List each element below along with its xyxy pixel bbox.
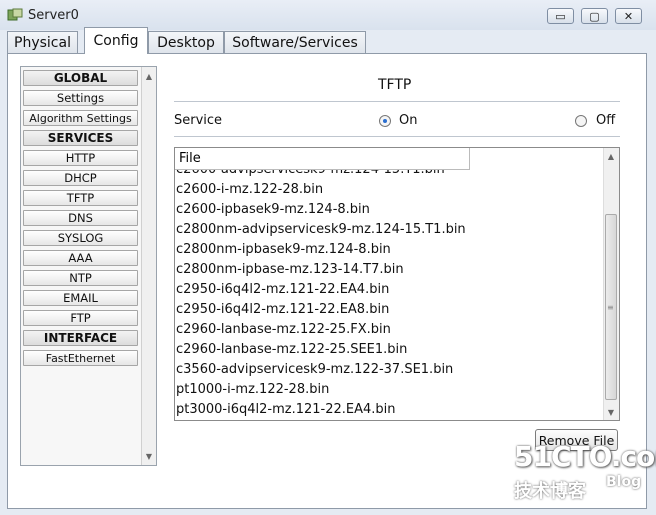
service-on-label: On — [399, 113, 418, 128]
tab-config[interactable]: Config — [84, 27, 148, 54]
tab-desktop[interactable]: Desktop — [148, 31, 224, 53]
grip-icon: ≡ — [607, 303, 614, 312]
tab-physical[interactable]: Physical — [7, 31, 78, 53]
close-button[interactable]: ✕ — [615, 8, 642, 24]
sidebar-item-dhcp[interactable]: DHCP — [23, 170, 138, 186]
list-item[interactable]: c2960-lanbase-mz.122-25.SEE1.bin — [176, 342, 407, 357]
list-item[interactable]: c2600-ipbasek9-mz.124-8.bin — [176, 202, 370, 217]
sidebar-scrollbar[interactable]: ▲ ▼ — [141, 67, 156, 465]
service-on-radio[interactable] — [379, 115, 391, 127]
list-item[interactable]: c3560-advipservicesk9-mz.122-37.SE1.bin — [176, 362, 453, 377]
tab-label: Config — [93, 33, 139, 49]
file-list[interactable]: File c2600-advipservicesk9-mz.124-15.T1.… — [174, 147, 620, 421]
watermark-blog: Blog — [606, 474, 642, 490]
sidebar-item-email[interactable]: EMAIL — [23, 290, 138, 306]
list-item[interactable]: c2800nm-ipbasek9-mz.124-8.bin — [176, 242, 391, 257]
list-item[interactable]: pt3000-i6q4l2-mz.121-22.EA4.bin — [176, 402, 396, 417]
list-item[interactable]: c2950-i6q4l2-mz.121-22.EA4.bin — [176, 282, 389, 297]
sidebar: GLOBAL Settings Algorithm Settings SERVI… — [20, 66, 157, 466]
service-off-radio[interactable] — [575, 115, 587, 127]
service-off-label: Off — [596, 113, 616, 128]
server-icon — [7, 8, 23, 21]
sidebar-item-fastethernet[interactable]: FastEthernet — [23, 350, 138, 366]
sidebar-item-aaa[interactable]: AAA — [23, 250, 138, 266]
scroll-up-icon[interactable]: ▲ — [604, 149, 618, 163]
file-list-scrollbar[interactable]: ▲ ≡ ▼ — [603, 148, 619, 420]
sidebar-item-algorithm-settings[interactable]: Algorithm Settings — [23, 110, 138, 126]
sidebar-header-interface: INTERFACE — [23, 330, 138, 346]
close-icon: ✕ — [623, 9, 634, 23]
maximize-button[interactable]: ▢ — [581, 8, 608, 24]
sidebar-header-services: SERVICES — [23, 130, 138, 146]
window-title: Server0 — [28, 8, 79, 23]
scroll-down-icon[interactable]: ▼ — [604, 405, 618, 419]
tab-software-services[interactable]: Software/Services — [224, 31, 366, 53]
file-column-header[interactable]: File — [175, 148, 470, 170]
sidebar-item-syslog[interactable]: SYSLOG — [23, 230, 138, 246]
sidebar-item-http[interactable]: HTTP — [23, 150, 138, 166]
sidebar-item-tftp[interactable]: TFTP — [23, 190, 138, 206]
watermark-51cto: 51CTO.com — [514, 440, 656, 473]
list-item[interactable]: c2600-i-mz.122-28.bin — [176, 182, 323, 197]
divider — [174, 101, 620, 102]
list-item[interactable]: pt1000-i-mz.122-28.bin — [176, 382, 329, 397]
sidebar-item-settings[interactable]: Settings — [23, 90, 138, 106]
sidebar-item-ftp[interactable]: FTP — [23, 310, 138, 326]
tab-label: Software/Services — [232, 34, 358, 51]
list-item[interactable]: c2960-lanbase-mz.122-25.FX.bin — [176, 322, 391, 337]
title-bar: Server0 ▭ ▢ ✕ — [0, 0, 656, 30]
minimize-icon: ▭ — [555, 9, 566, 23]
tab-label: Desktop — [157, 34, 215, 51]
watermark-blog-cn: 技术博客 — [514, 481, 586, 502]
maximize-icon: ▢ — [589, 9, 600, 23]
service-label: Service — [174, 113, 223, 128]
page-title: TFTP — [378, 77, 412, 93]
scroll-down-icon[interactable]: ▼ — [142, 449, 156, 463]
sidebar-item-dns[interactable]: DNS — [23, 210, 138, 226]
list-item[interactable]: c2800nm-advipservicesk9-mz.124-15.T1.bin — [176, 222, 466, 237]
list-item[interactable]: c2950-i6q4l2-mz.121-22.EA8.bin — [176, 302, 389, 317]
scroll-up-icon[interactable]: ▲ — [142, 69, 156, 83]
divider — [174, 136, 620, 137]
tab-label: Physical — [14, 34, 71, 51]
list-item[interactable]: c2800nm-ipbase-mz.123-14.T7.bin — [176, 262, 404, 277]
sidebar-item-ntp[interactable]: NTP — [23, 270, 138, 286]
minimize-button[interactable]: ▭ — [547, 8, 574, 24]
sidebar-header-global: GLOBAL — [23, 70, 138, 86]
server-window: Server0 ▭ ▢ ✕ Physical Config Desktop So… — [0, 0, 656, 515]
